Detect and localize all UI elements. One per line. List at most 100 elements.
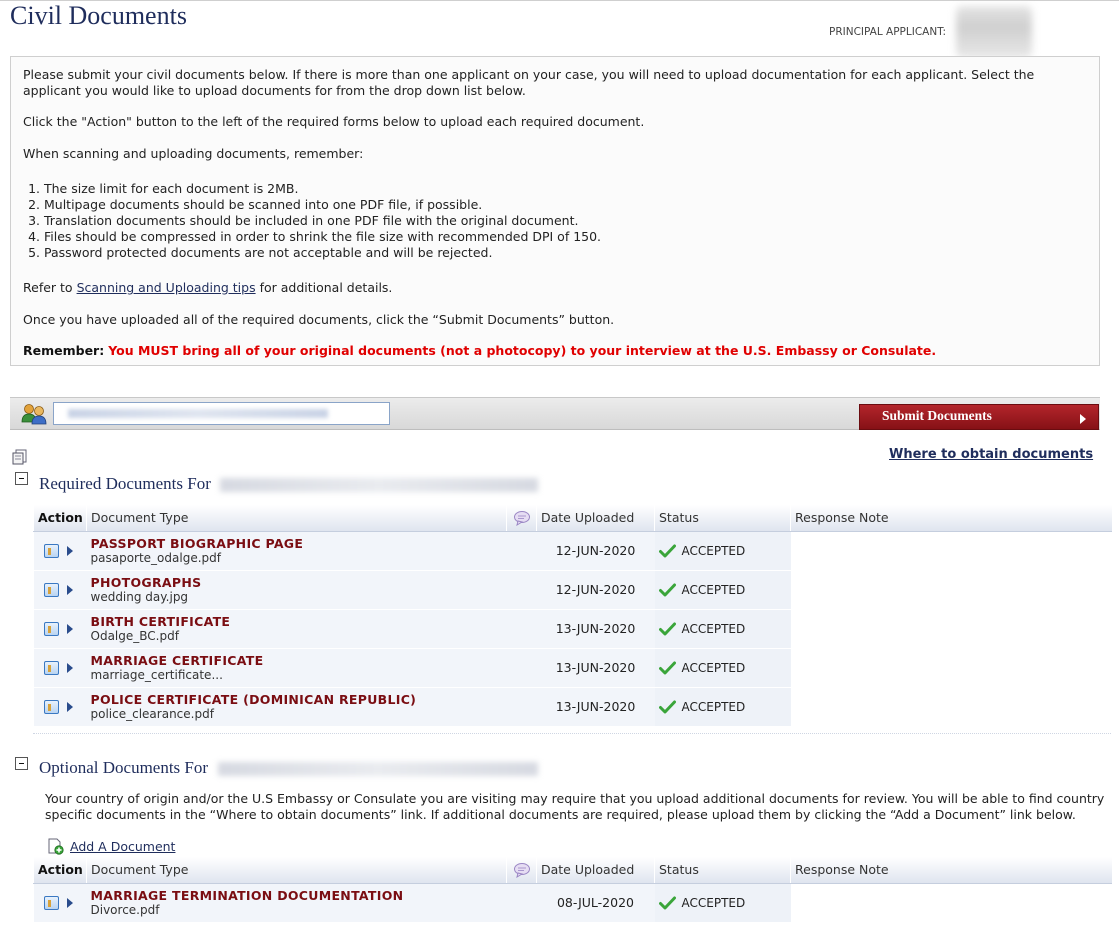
table-row: BIRTH CERTIFICATE Odalge_BC.pdf 13-JUN-202… <box>33 609 1112 649</box>
status-cell: ACCEPTED <box>654 570 791 610</box>
action-control[interactable] <box>38 582 83 597</box>
column-header-response-note[interactable]: Response Note <box>790 505 1112 532</box>
status-text: ACCEPTED <box>681 699 746 714</box>
column-header-status[interactable]: Status <box>654 505 791 532</box>
date-uploaded-cell: 13-JUN-2020 <box>536 609 655 649</box>
form-icon[interactable] <box>43 621 59 636</box>
form-icon[interactable] <box>43 699 59 714</box>
refer-prefix: Refer to <box>23 280 73 295</box>
document-file-name: marriage_certificate... <box>90 667 223 682</box>
document-type-cell: MARRIAGE CERTIFICATE marriage_certificate… <box>86 648 507 688</box>
chevron-right-icon[interactable] <box>66 584 73 595</box>
applicant-name-redacted <box>68 409 328 418</box>
instructions-remember-intro: When scanning and uploading documents, r… <box>23 146 364 161</box>
status-cell: ACCEPTED <box>654 883 791 923</box>
note-icon-cell <box>506 531 537 571</box>
date-uploaded-cell: 08-JUL-2020 <box>536 883 655 923</box>
document-type-cell: MARRIAGE TERMINATION DOCUMENTATION Divorc… <box>86 883 507 923</box>
column-header-document-type[interactable]: Document Type <box>86 505 507 532</box>
add-document-row: Add A Document <box>47 838 175 855</box>
section-divider <box>33 733 1111 734</box>
action-cell <box>33 883 87 923</box>
form-icon[interactable] <box>43 582 59 597</box>
column-header-response-note[interactable]: Response Note <box>790 857 1112 884</box>
required-section-title: Required Documents For <box>39 474 211 493</box>
submit-documents-label: Submit Documents <box>882 408 992 423</box>
action-control[interactable] <box>38 660 83 675</box>
check-icon <box>658 622 676 635</box>
column-header-document-type[interactable]: Document Type <box>86 857 507 884</box>
column-header-status[interactable]: Status <box>654 857 791 884</box>
remember-text: You MUST bring all of your original docu… <box>108 343 937 358</box>
check-icon <box>658 700 676 713</box>
status-text: ACCEPTED <box>681 582 746 597</box>
document-type-name: PHOTOGRAPHS <box>90 574 202 590</box>
date-uploaded-cell: 12-JUN-2020 <box>536 570 655 610</box>
note-icon-cell <box>506 883 537 923</box>
scanning-tips-link[interactable]: Scanning and Uploading tips <box>77 280 256 295</box>
document-type-cell: PHOTOGRAPHS wedding day.jpg <box>86 570 507 610</box>
remember-line: Remember: You MUST bring all of your ori… <box>23 343 1087 359</box>
document-type-cell: BIRTH CERTIFICATE Odalge_BC.pdf <box>86 609 507 649</box>
action-control[interactable] <box>38 621 83 636</box>
add-document-icon[interactable] <box>47 838 64 855</box>
collapse-optional-button[interactable] <box>15 757 28 770</box>
column-header-action: Action <box>33 505 87 532</box>
date-uploaded-cell: 12-JUN-2020 <box>536 531 655 571</box>
chevron-right-icon[interactable] <box>66 701 73 712</box>
chevron-right-icon[interactable] <box>66 662 73 673</box>
collapse-required-button[interactable] <box>15 472 28 485</box>
table-row: MARRIAGE TERMINATION DOCUMENTATION Divorc… <box>33 883 1112 923</box>
date-uploaded-cell: 13-JUN-2020 <box>536 687 655 727</box>
status-cell: ACCEPTED <box>654 609 791 649</box>
status-text: ACCEPTED <box>681 895 746 910</box>
document-type-cell: POLICE CERTIFICATE (DOMINICAN REPUBLIC) p… <box>86 687 507 727</box>
principal-applicant-redacted <box>956 6 1032 58</box>
action-control[interactable] <box>38 699 83 714</box>
document-file-name: pasaporte_odalge.pdf <box>90 550 221 565</box>
status-text: ACCEPTED <box>681 543 746 558</box>
response-note-cell <box>791 570 1112 609</box>
form-icon[interactable] <box>43 543 59 558</box>
action-cell <box>33 648 87 688</box>
note-icon-cell <box>506 687 537 727</box>
where-to-obtain-link[interactable]: Where to obtain documents <box>889 447 1093 462</box>
once-uploaded-text: Once you have uploaded all of the requir… <box>23 312 615 327</box>
form-icon[interactable] <box>43 895 59 910</box>
document-file-name: Odalge_BC.pdf <box>90 628 179 643</box>
action-control[interactable] <box>38 895 83 910</box>
column-header-note-icon <box>506 857 537 884</box>
document-type-name: MARRIAGE CERTIFICATE <box>90 652 264 668</box>
form-icon[interactable] <box>43 660 59 675</box>
response-note-cell <box>791 687 1112 726</box>
table-row: POLICE CERTIFICATE (DOMINICAN REPUBLIC) p… <box>33 687 1112 727</box>
action-cell <box>33 609 87 649</box>
chevron-right-icon[interactable] <box>66 897 73 908</box>
submit-documents-button[interactable]: Submit Documents <box>859 404 1099 430</box>
optional-applicant-redacted <box>218 762 538 776</box>
response-note-cell <box>791 883 1112 922</box>
documents-icon[interactable] <box>12 449 28 465</box>
document-type-name: POLICE CERTIFICATE (DOMINICAN REPUBLIC) <box>90 691 417 707</box>
principal-applicant-label: PRINCIPAL APPLICANT: <box>829 26 946 38</box>
response-note-cell <box>791 648 1112 687</box>
check-icon <box>658 661 676 674</box>
applicant-select[interactable] <box>53 402 390 425</box>
action-cell <box>33 687 87 727</box>
required-applicant-redacted <box>220 478 538 492</box>
column-header-date-uploaded[interactable]: Date Uploaded <box>536 505 655 532</box>
refer-line: Refer to Scanning and Uploading tips for… <box>23 280 1087 296</box>
column-header-date-uploaded[interactable]: Date Uploaded <box>536 857 655 884</box>
action-cell <box>33 531 87 571</box>
chevron-right-icon[interactable] <box>66 545 73 556</box>
instructions-action-hint: Click the "Action" button to the left of… <box>23 114 645 129</box>
action-control[interactable] <box>38 543 83 558</box>
arrow-right-icon <box>1080 414 1086 424</box>
speech-bubble-icon <box>513 862 530 878</box>
document-type-name: BIRTH CERTIFICATE <box>90 613 231 629</box>
check-icon <box>658 544 676 557</box>
chevron-right-icon[interactable] <box>66 623 73 634</box>
add-document-link[interactable]: Add A Document <box>70 839 175 854</box>
status-text: ACCEPTED <box>681 660 746 675</box>
column-header-note-icon <box>506 505 537 532</box>
